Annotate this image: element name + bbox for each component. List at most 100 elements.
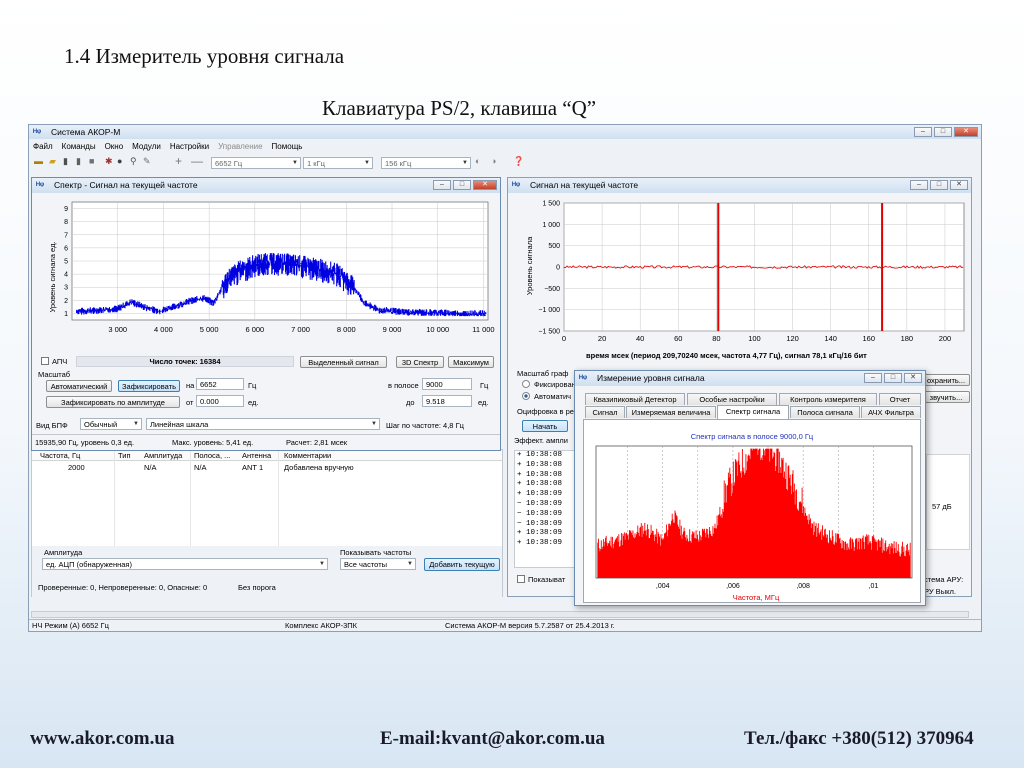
radio-fixed[interactable] [522, 380, 530, 388]
tab-special-settings[interactable]: Особые настройки [687, 393, 777, 405]
spectrum-3d-button[interactable]: 3D Спектр [396, 356, 444, 368]
fft-type-select[interactable]: Обычный ▼ [80, 418, 142, 430]
footer-website[interactable]: www.akor.com.ua [30, 728, 174, 750]
col-freq[interactable]: Частота, Гц [40, 450, 80, 461]
horizontal-scrollbar[interactable] [31, 611, 969, 618]
col-type[interactable]: Тип [118, 450, 131, 461]
menu-file[interactable]: Файл [33, 140, 53, 153]
waveform-chart[interactable]: Уровень сигнала время мсек (период 209,7… [508, 194, 971, 364]
col-amplitude[interactable]: Амплитуда [144, 450, 182, 461]
freq-select[interactable]: 6652 Гц ▼ [211, 157, 301, 169]
radio-auto[interactable] [522, 392, 530, 400]
amp-label: Амплитуда [44, 548, 83, 557]
center-freq-input[interactable]: 6652 [196, 378, 244, 390]
key-icon[interactable]: ⚲ [130, 156, 137, 167]
tab-signal-band[interactable]: Полоса сигнала [790, 406, 860, 418]
sound-icon[interactable]: ◑ [491, 156, 496, 166]
start-button[interactable]: Начать [522, 420, 568, 432]
step-select[interactable]: 1 кГц ▼ [303, 157, 373, 169]
tab-quasipeak[interactable]: Квазипиковый Детектор [585, 393, 685, 405]
from-input[interactable]: 0.000 [196, 395, 244, 407]
spectrum-x-tick: 10 000 [426, 325, 449, 334]
fix-scale-button[interactable]: Зафиксировать [118, 380, 180, 392]
play-icon[interactable]: ◐ [475, 156, 480, 166]
afc-checkbox[interactable] [41, 357, 49, 365]
show-freq-select[interactable]: Все частоты ▼ [340, 558, 416, 570]
waveform-ylabel: Уровень сигнала [525, 236, 534, 295]
gear-icon[interactable]: ✎ [143, 156, 151, 167]
minimize-icon[interactable]: – [433, 180, 451, 190]
tab-measured-value[interactable]: Измеряемая величина [626, 406, 716, 418]
fix-amplitude-button[interactable]: Зафиксировать по амплитуде [46, 396, 180, 408]
status-version: Система АКОР-М версия 5.7.2587 от 25.4.2… [445, 621, 615, 630]
show-checkbox[interactable] [517, 575, 525, 583]
close-icon[interactable]: ✕ [950, 180, 968, 190]
open-icon[interactable]: ▬ [34, 156, 43, 166]
selected-signal-button[interactable]: Выделенный сигнал [300, 356, 387, 368]
amp-select[interactable]: ед. АЦП (обнаруженная) ▼ [42, 558, 328, 570]
close-icon[interactable]: ✕ [904, 373, 922, 383]
band-unit: Гц [480, 381, 489, 390]
add-current-button[interactable]: Добавить текущую [424, 558, 500, 571]
minimize-icon[interactable]: – [864, 373, 882, 383]
tab-filter-response[interactable]: АЧХ Фильтра [861, 406, 921, 418]
waveform-title: Сигнал на текущей частоте [530, 180, 639, 190]
save-button[interactable]: охранить... [922, 374, 970, 386]
band-input[interactable]: 9000 [422, 378, 472, 390]
table-row[interactable]: 2000 N/A N/A ANT 1 Добавлена вручную [32, 463, 502, 473]
waveform-x-tick: 40 [636, 334, 644, 343]
on-label: на [186, 381, 195, 390]
col-band[interactable]: Полоса, ... [194, 450, 230, 461]
tab-report[interactable]: Отчет [879, 393, 921, 405]
log-entry: − 10:38:09 [517, 519, 563, 528]
level-title: Измерение уровня сигнала [597, 373, 705, 383]
plus-icon[interactable]: + [175, 154, 182, 168]
status-mode: НЧ Режим (А) 6652 Гц [32, 621, 109, 630]
maximize-icon[interactable]: □ [884, 373, 902, 383]
minimize-icon[interactable]: – [910, 180, 928, 190]
to-input[interactable]: 9.518 [422, 395, 472, 407]
waveform-x-tick: 180 [901, 334, 914, 343]
auto-scale-button[interactable]: Автоматический [46, 380, 112, 392]
maximize-icon[interactable]: □ [934, 127, 952, 137]
footer-email[interactable]: E-mail:kvant@akor.com.ua [380, 728, 605, 750]
close-icon[interactable]: ✕ [954, 127, 978, 137]
menu-window[interactable]: Окно [105, 140, 124, 153]
table-footer-panel: Амплитуда ед. АЦП (обнаруженная) ▼ Показы… [32, 546, 502, 598]
max-button[interactable]: Максимум [448, 356, 494, 368]
menu-settings[interactable]: Настройки [170, 140, 209, 153]
minimize-icon[interactable]: – [914, 127, 932, 137]
menu-control[interactable]: Управление [218, 140, 262, 153]
close-icon[interactable]: ✕ [473, 180, 497, 190]
doc-icon[interactable]: ▮ [76, 156, 81, 167]
menu-commands[interactable]: Команды [62, 140, 96, 153]
sound-button[interactable]: звучить... [922, 391, 970, 403]
band-select[interactable]: 156 кГц ▼ [381, 157, 471, 169]
col-comments[interactable]: Комментарии [284, 450, 331, 461]
side-db: 57 дБ [932, 502, 952, 511]
toolbar: ▬ ▰ ▮ ▮ ■ ✱ ● ⚲ ✎ + — 6652 Гц ▼ 1 кГц ▼ 15… [29, 154, 981, 172]
grid-icon[interactable]: ■ [89, 156, 94, 166]
menu-modules[interactable]: Модули [132, 140, 161, 153]
tab-signal[interactable]: Сигнал [585, 406, 625, 418]
tab-meter-control[interactable]: Контроль измерителя [779, 393, 877, 405]
maximize-icon[interactable]: □ [930, 180, 948, 190]
maximize-icon[interactable]: □ [453, 180, 471, 190]
spectrum-y-tick: 2 [64, 298, 68, 305]
spectrum-icon[interactable]: ✱ [105, 156, 113, 167]
log-entry: − 10:38:09 [517, 500, 563, 508]
scale-type-select[interactable]: Линейная шкала ▼ [146, 418, 380, 430]
col-antenna[interactable]: Антенна [242, 450, 271, 461]
help-icon[interactable]: ❓ [513, 156, 524, 167]
band-label: в полосе [388, 381, 419, 390]
chart-icon[interactable]: ▮ [63, 156, 68, 167]
level-spectrum-chart[interactable]: Спектр сигнала в полосе 9000,0 Гц Частот… [584, 420, 920, 602]
folder-icon[interactable]: ▰ [49, 156, 56, 167]
spectrum-chart[interactable]: Уровень сигнала ед. 3 000 4 000 5 000 6 000… [32, 194, 500, 356]
minus-icon[interactable]: — [191, 154, 203, 168]
menu-help[interactable]: Помощь [272, 140, 303, 153]
info-max: Макс. уровень: 5,41 ед. [172, 438, 254, 447]
probe-icon[interactable]: ● [117, 156, 122, 166]
threshold-status: Без порога [238, 583, 276, 592]
tab-signal-spectrum[interactable]: Спектр сигнала [717, 405, 789, 419]
